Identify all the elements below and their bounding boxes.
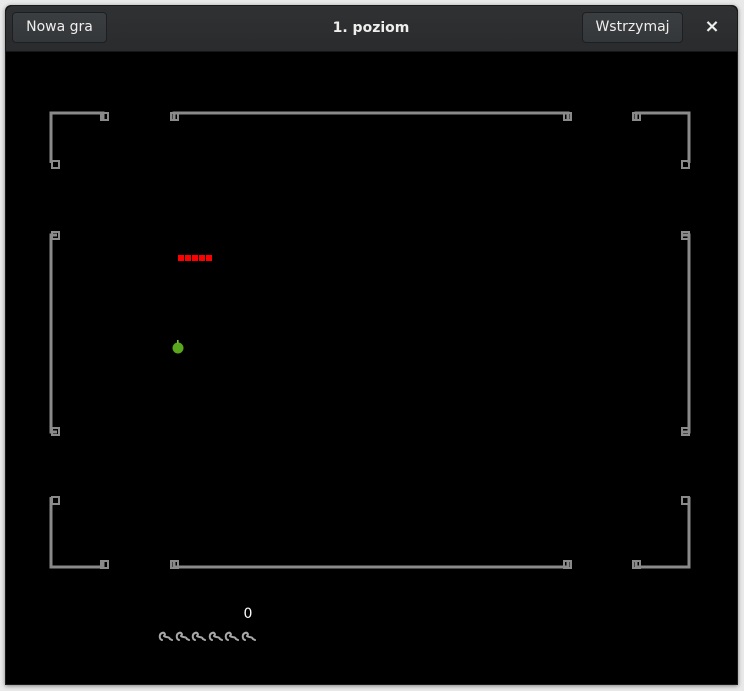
wall-segment — [634, 111, 691, 163]
wall-segment — [49, 111, 105, 163]
worm-life-icon — [191, 631, 206, 641]
level-walls — [49, 111, 691, 569]
snake-segment — [199, 255, 205, 261]
worm-life-icon — [175, 631, 190, 641]
wall-segment — [634, 497, 691, 569]
wall-post — [51, 496, 60, 505]
wall-segment — [172, 561, 570, 569]
wall-segment — [49, 497, 105, 569]
wall-segment — [49, 233, 57, 434]
worm-life-icon — [208, 631, 223, 641]
worm-life-icon — [241, 631, 256, 641]
snake-segment — [178, 255, 184, 261]
worm-life-icon — [158, 631, 173, 641]
wall-segment — [172, 111, 570, 119]
snake-segment — [185, 255, 191, 261]
snake-segment — [206, 255, 212, 261]
lives-indicator — [158, 627, 257, 643]
score-value: 0 — [243, 606, 253, 622]
game-board — [49, 111, 691, 569]
apple-icon — [172, 340, 184, 354]
worm-life-icon — [224, 631, 239, 641]
wall-segment — [683, 233, 691, 434]
snake — [178, 255, 212, 261]
snake-segment — [192, 255, 198, 261]
wall-post — [51, 160, 60, 169]
game-window: Nowa gra 1. poziom Wstrzymaj × 0 — [5, 5, 738, 685]
